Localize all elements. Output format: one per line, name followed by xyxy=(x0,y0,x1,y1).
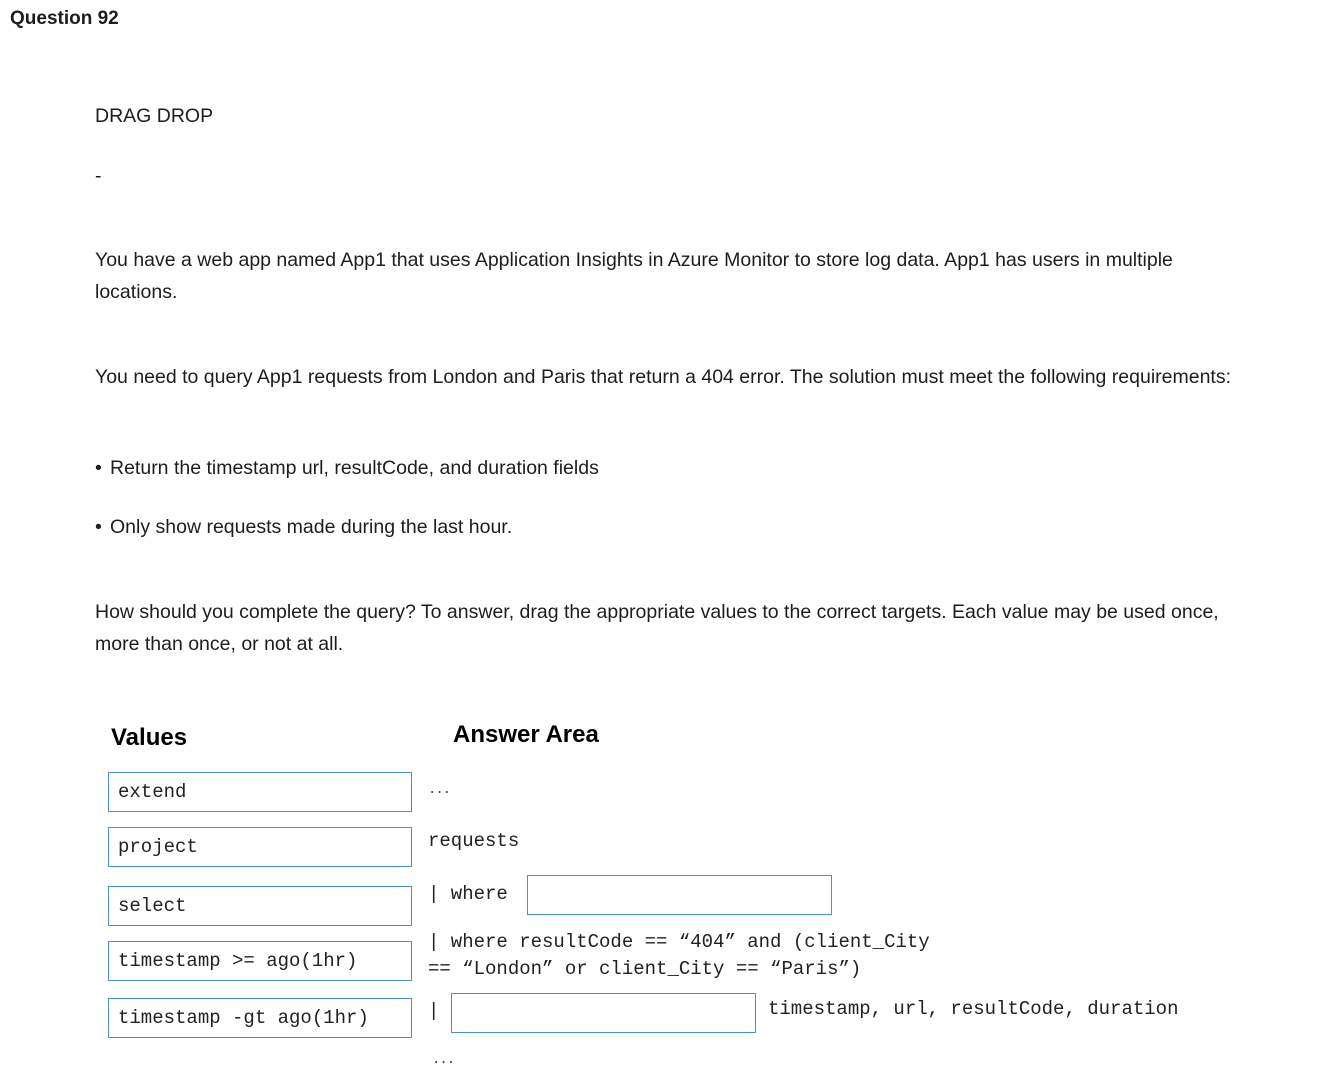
question-title: Question 92 xyxy=(10,8,119,29)
code-line-pipe: | xyxy=(428,1000,440,1022)
bullet-marker: • xyxy=(95,516,102,538)
value-tile-timestamp-ge-ago[interactable]: timestamp >= ago(1hr) xyxy=(108,941,412,981)
code-line-filter-2: == “London” or client_City == “Paris”) xyxy=(428,958,862,980)
code-line-filter-1: | where resultCode == “404” and (client_… xyxy=(428,931,930,953)
drop-target-where[interactable] xyxy=(527,875,832,915)
code-line-fields: timestamp, url, resultCode, duration xyxy=(768,998,1179,1020)
requirement-text: Only show requests made during the last … xyxy=(110,516,513,538)
scenario-paragraph: You have a web app named App1 that uses … xyxy=(95,249,1173,303)
values-heading: Values xyxy=(111,724,188,751)
requirement-intro-paragraph: You need to query App1 requests from Lon… xyxy=(95,366,1232,388)
instruction-paragraph: How should you complete the query? To an… xyxy=(95,601,1219,655)
bullet-marker: • xyxy=(95,457,102,479)
value-tile-extend[interactable]: extend xyxy=(108,772,412,812)
requirement-text: Return the timestamp url, resultCode, an… xyxy=(110,457,599,479)
answer-area-heading: Answer Area xyxy=(453,721,599,748)
requirement-bullet: • Return the timestamp url, resultCode, a… xyxy=(95,452,599,484)
value-tile-timestamp-gt-ago[interactable]: timestamp -gt ago(1hr) xyxy=(108,998,412,1038)
code-line-where: | where xyxy=(428,883,508,905)
value-tile-project[interactable]: project xyxy=(108,827,412,867)
code-line-requests: requests xyxy=(428,830,520,852)
drop-target-operator[interactable] xyxy=(451,993,756,1033)
separator-dash: - xyxy=(95,165,102,187)
requirement-bullet: • Only show requests made during the last… xyxy=(95,511,512,543)
code-ellipsis-top: ... xyxy=(428,782,451,798)
value-tile-select[interactable]: select xyxy=(108,886,412,926)
question-type-label: DRAG DROP xyxy=(95,105,214,127)
